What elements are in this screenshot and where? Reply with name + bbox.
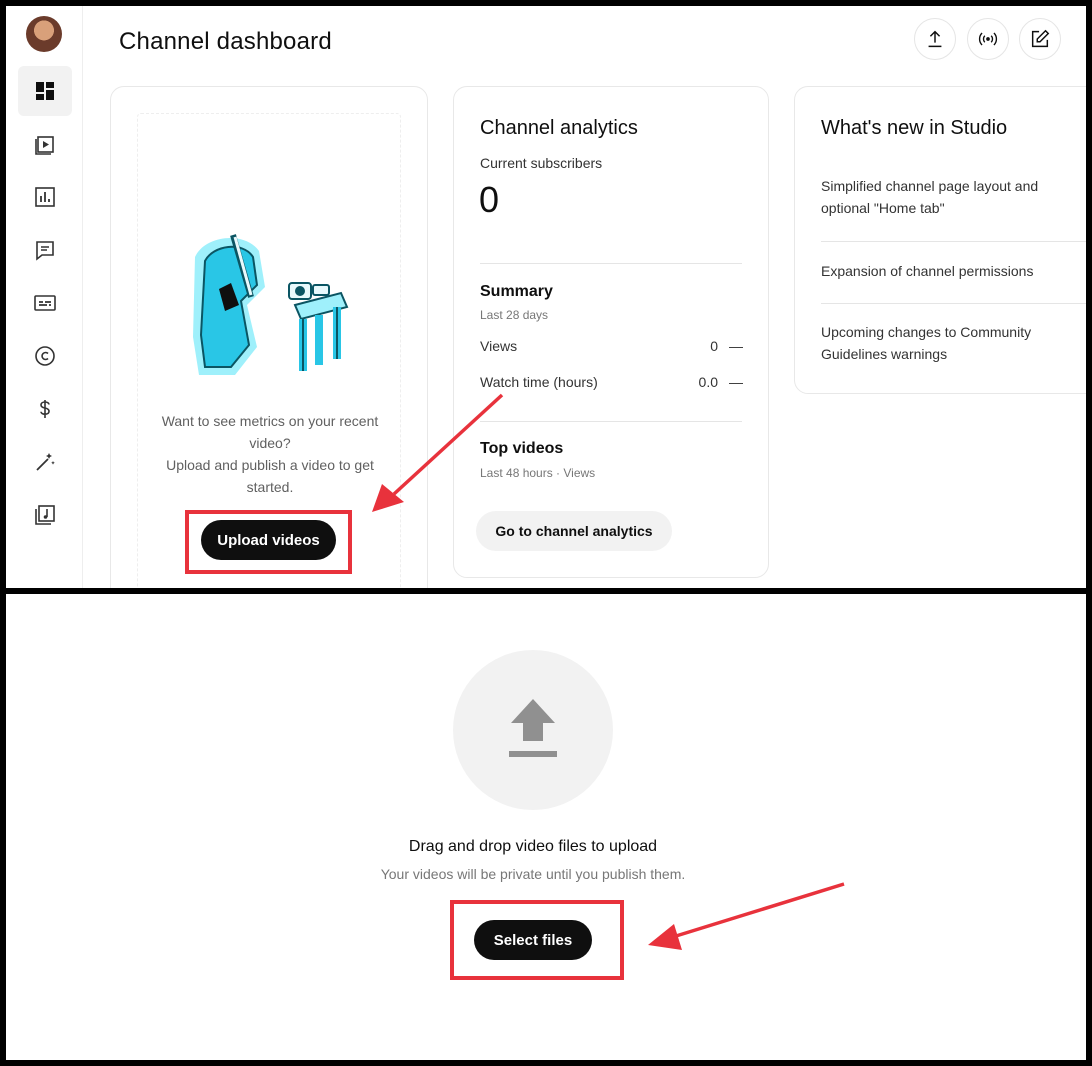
channel-analytics-card: Channel analytics Current subscribers 0 … xyxy=(453,86,769,578)
upload-button[interactable] xyxy=(914,18,956,60)
avatar[interactable] xyxy=(26,16,62,52)
edit-icon xyxy=(1031,29,1050,48)
upload-arrow-icon xyxy=(509,699,557,757)
audio-library-icon xyxy=(35,505,55,525)
subscribers-label: Current subscribers xyxy=(480,155,603,171)
content-icon xyxy=(35,136,54,155)
subtitles-icon xyxy=(34,295,56,311)
upload-drop-zone[interactable] xyxy=(453,650,613,810)
top-videos-heading: Top videos xyxy=(480,440,564,457)
views-value: 0 xyxy=(710,338,718,354)
live-icon xyxy=(978,32,998,46)
customization-icon xyxy=(36,453,55,471)
summary-heading: Summary xyxy=(480,283,553,300)
studio-dashboard-panel: Channel dashboard Want to see metrics on… xyxy=(6,6,1086,588)
news-item[interactable]: Expansion of channel permissions xyxy=(821,260,1051,282)
views-label: Views xyxy=(480,338,518,354)
upload-dialog-panel: Drag and drop video files to upload Your… xyxy=(6,594,1086,1060)
whats-new-card: What's new in Studio Simplified channel … xyxy=(794,86,1086,394)
page-title: Channel dashboard xyxy=(119,28,332,55)
sidebar-item-analytics[interactable] xyxy=(18,172,72,222)
divider xyxy=(480,263,742,264)
sidebar-item-subtitles[interactable] xyxy=(18,278,72,328)
upload-icon xyxy=(928,30,942,48)
subscriber-count: 0 xyxy=(479,179,500,220)
news-item[interactable]: Simplified channel page layout and optio… xyxy=(821,175,1051,219)
sidebar-item-content[interactable] xyxy=(18,119,72,169)
sidebar-item-copyright[interactable] xyxy=(18,331,72,381)
divider xyxy=(480,421,742,422)
upload-description: Want to see metrics on your recent video… xyxy=(161,413,379,495)
comments-icon xyxy=(36,241,54,261)
go-live-button[interactable] xyxy=(967,18,1009,60)
sidebar xyxy=(6,6,83,588)
sidebar-item-earn[interactable] xyxy=(18,384,72,434)
watch-time-label: Watch time (hours) xyxy=(480,374,598,390)
summary-period: Last 28 days xyxy=(480,308,549,322)
whats-new-title: What's new in Studio xyxy=(821,117,1008,139)
divider xyxy=(821,241,1086,242)
dashboard-icon xyxy=(36,82,54,100)
analytics-title: Channel analytics xyxy=(480,117,638,139)
sidebar-item-dashboard[interactable] xyxy=(18,66,72,116)
sidebar-item-customization[interactable] xyxy=(18,437,72,487)
sidebar-item-comments[interactable] xyxy=(18,225,72,275)
highlight-box-select xyxy=(450,900,624,980)
highlight-box-upload xyxy=(185,510,352,574)
top-videos-period: Last 48 hours · Views xyxy=(480,466,596,480)
privacy-note: Your videos will be private until you pu… xyxy=(380,866,686,882)
sidebar-item-audio-library[interactable] xyxy=(18,490,72,540)
watch-time-value: 0.0 xyxy=(698,374,718,390)
creator-illustration xyxy=(193,234,349,375)
copyright-icon xyxy=(35,346,55,366)
earn-icon xyxy=(40,400,50,418)
news-item[interactable]: Upcoming changes to Community Guidelines… xyxy=(821,321,1051,365)
drag-drop-text: Drag and drop video files to upload xyxy=(408,838,658,855)
views-trend: — xyxy=(729,338,743,354)
create-post-button[interactable] xyxy=(1019,18,1061,60)
go-to-channel-analytics-button[interactable]: Go to channel analytics xyxy=(476,511,672,551)
divider xyxy=(821,303,1086,304)
analytics-icon xyxy=(35,187,55,207)
watch-time-trend: — xyxy=(729,374,743,390)
